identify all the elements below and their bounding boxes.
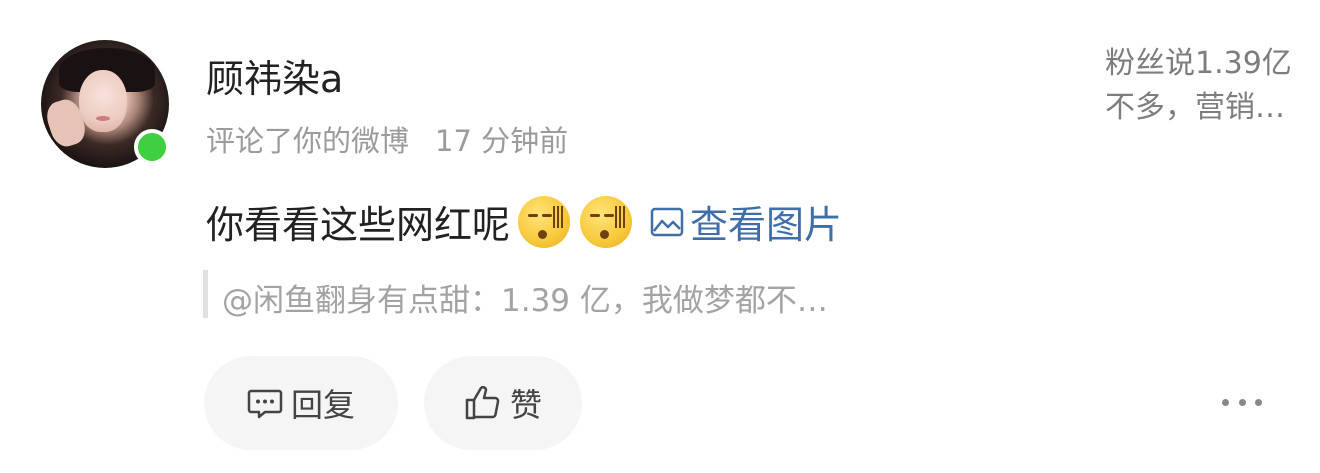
picture-icon <box>650 207 684 236</box>
quoted-post[interactable]: @闲鱼翻身有点甜：1.39 亿，我做梦都不… <box>222 275 828 320</box>
comment-icon <box>247 389 283 419</box>
thumbs-up-icon <box>465 386 500 420</box>
comment-content[interactable]: 你看看这些网红呢 查看图片 <box>206 194 842 249</box>
comment-time: 17 分钟前 <box>435 124 569 158</box>
avatar-container[interactable] <box>41 40 170 168</box>
like-label: 赞 <box>509 386 542 424</box>
reply-label: 回复 <box>290 386 355 424</box>
action-text: 评论了你的微博 <box>206 124 410 158</box>
online-status-icon <box>134 129 170 165</box>
reply-button[interactable]: 回复 <box>204 356 398 450</box>
sweat-emoji-icon <box>518 195 571 248</box>
more-dots-icon[interactable] <box>1222 392 1262 412</box>
sweat-emoji-icon <box>580 195 633 248</box>
quote-bar <box>203 270 208 318</box>
username[interactable]: 顾祎染a <box>206 48 343 103</box>
view-image-label: 查看图片 <box>690 203 843 247</box>
like-button[interactable]: 赞 <box>424 356 582 450</box>
post-preview-text[interactable]: 粉丝说1.39亿不多，营销… <box>1105 42 1295 130</box>
comment-text: 你看看这些网红呢 <box>206 203 511 247</box>
view-image-link[interactable]: 查看图片 <box>650 194 842 249</box>
avatar-face <box>79 70 127 132</box>
avatar-lip <box>96 116 110 121</box>
comment-meta: 评论了你的微博 17 分钟前 <box>206 118 568 160</box>
